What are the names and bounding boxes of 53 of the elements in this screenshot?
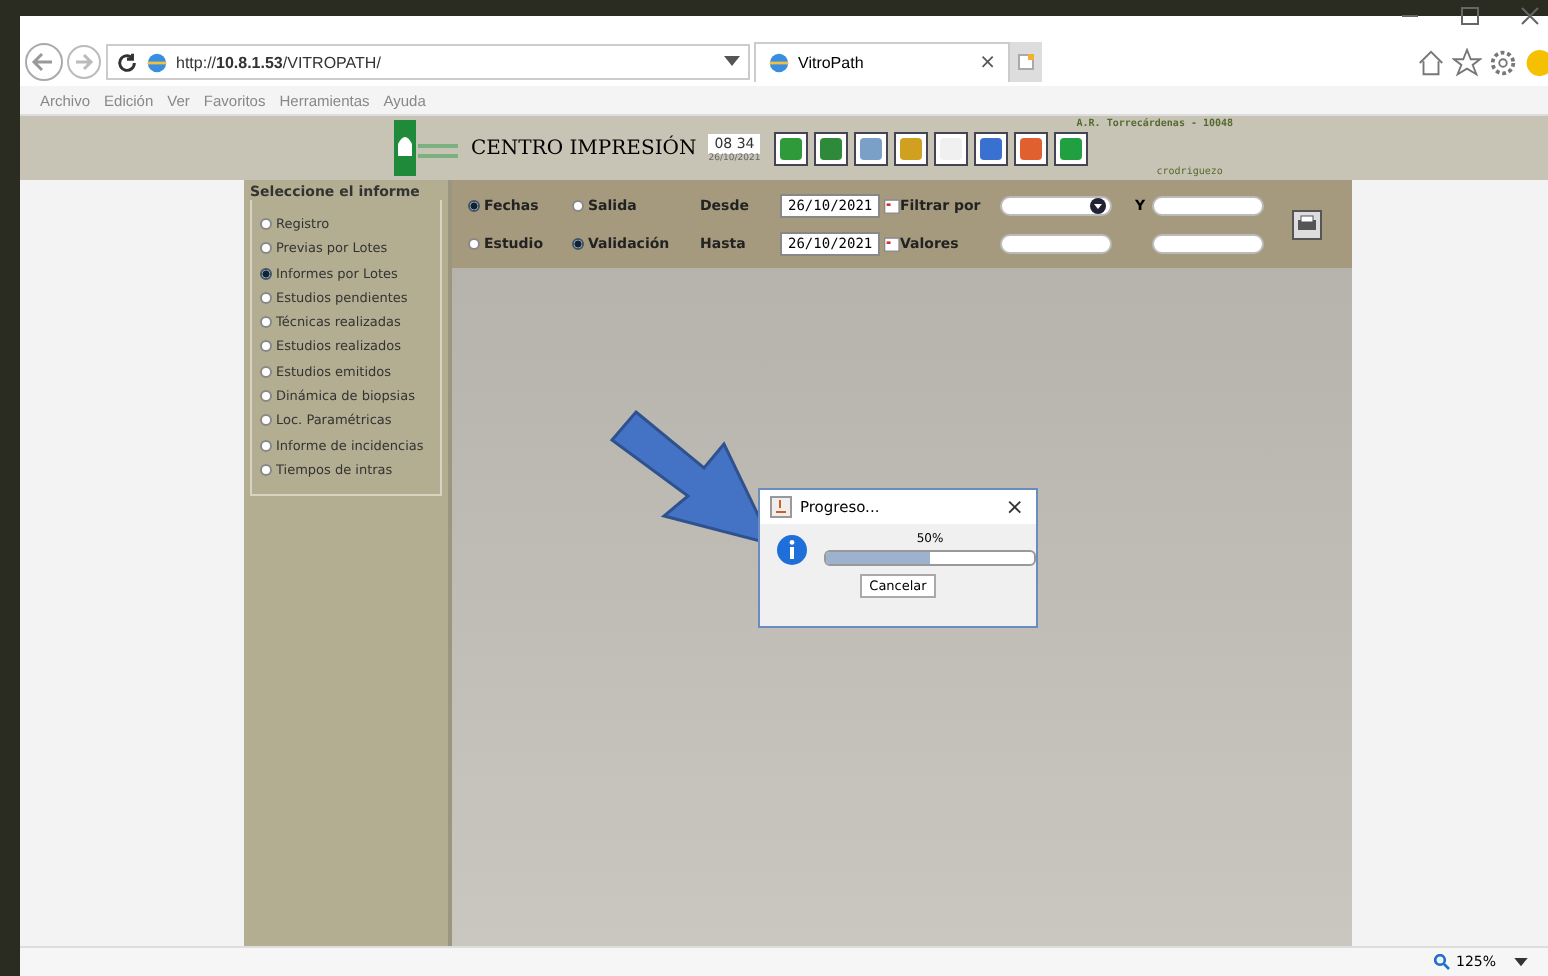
address-bar[interactable]: http://10.8.1.53/VITROPATH/ xyxy=(106,44,750,80)
radio-button[interactable] xyxy=(260,365,272,378)
toolbar-icon[interactable] xyxy=(934,131,969,165)
printer-icon[interactable] xyxy=(1292,209,1322,239)
dialog-close-button[interactable]: × xyxy=(1005,494,1024,520)
value-dropdown[interactable] xyxy=(1152,195,1264,215)
globe-icon xyxy=(768,52,790,74)
close-icon[interactable] xyxy=(1520,6,1540,26)
tab-close-button[interactable]: × xyxy=(979,52,996,74)
url-text: http://10.8.1.53/VITROPATH/ xyxy=(176,53,383,71)
app-title: CENTRO IMPRESIÓN xyxy=(470,137,697,159)
radio-button[interactable] xyxy=(260,463,272,476)
tab-title: VitroPath xyxy=(798,54,866,72)
radio-button[interactable] xyxy=(260,340,272,353)
dropdown-icon[interactable] xyxy=(1090,197,1106,213)
radio-button[interactable] xyxy=(260,242,272,255)
logo-icon xyxy=(394,120,463,176)
radio-button[interactable] xyxy=(572,199,584,211)
toolbar-icon[interactable] xyxy=(1014,131,1049,165)
radio-button[interactable] xyxy=(572,237,584,249)
toolbar-icon[interactable] xyxy=(1054,131,1089,165)
globe-icon xyxy=(146,51,168,73)
value-dropdown[interactable] xyxy=(1152,233,1264,253)
home-icon[interactable] xyxy=(1416,47,1446,77)
radio-button[interactable] xyxy=(260,316,272,329)
toolbar-icon[interactable] xyxy=(854,131,889,165)
radio-button[interactable] xyxy=(260,218,272,230)
new-tab-icon[interactable] xyxy=(1018,54,1034,70)
info-icon xyxy=(776,533,808,565)
toolbar-icon[interactable] xyxy=(814,131,849,165)
toolbar-icon[interactable] xyxy=(774,131,809,165)
radio-button[interactable] xyxy=(260,390,272,403)
zoom-icon[interactable] xyxy=(1433,954,1450,970)
radio-button[interactable] xyxy=(468,237,480,249)
browser-tab[interactable]: VitroPath × xyxy=(754,42,1010,82)
calendar-icon[interactable] xyxy=(884,231,900,255)
radio-button[interactable] xyxy=(260,414,272,427)
filter-dropdown[interactable] xyxy=(1000,195,1112,215)
toolbar-icon[interactable] xyxy=(894,131,929,165)
radio-button[interactable] xyxy=(468,199,480,211)
calendar-icon[interactable] xyxy=(884,193,900,217)
dropdown-icon[interactable] xyxy=(1514,957,1528,967)
back-icon[interactable] xyxy=(24,42,64,82)
radio-button[interactable] xyxy=(260,291,272,304)
settings-icon[interactable] xyxy=(1488,47,1518,77)
toolbar-icon[interactable] xyxy=(974,131,1009,165)
new-tab-button[interactable] xyxy=(1010,42,1042,82)
star-icon[interactable] xyxy=(1452,47,1482,77)
radio-button[interactable] xyxy=(260,439,272,452)
refresh-icon[interactable] xyxy=(116,51,138,73)
radio-button[interactable] xyxy=(260,267,272,280)
maximize-icon[interactable] xyxy=(1460,6,1480,26)
dropdown-icon[interactable] xyxy=(724,56,740,68)
